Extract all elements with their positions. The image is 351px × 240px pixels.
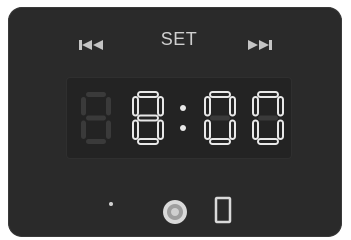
- dot-indicator-icon: [109, 202, 113, 206]
- phone-icon[interactable]: [214, 196, 232, 224]
- next-button[interactable]: [246, 39, 272, 51]
- knob-icon[interactable]: [162, 199, 188, 225]
- skip-previous-icon: [79, 40, 103, 50]
- time-display: [66, 77, 292, 159]
- hour-ones-digit: [132, 91, 164, 145]
- minute-tens-digit: [204, 91, 236, 145]
- previous-button[interactable]: [79, 39, 105, 51]
- time-digits: [81, 91, 284, 145]
- minute-ones-digit: [252, 91, 284, 145]
- set-button[interactable]: SET: [157, 29, 201, 50]
- hour-tens-digit: [81, 92, 111, 144]
- skip-next-icon: [248, 40, 272, 50]
- colon-separator: [180, 105, 186, 131]
